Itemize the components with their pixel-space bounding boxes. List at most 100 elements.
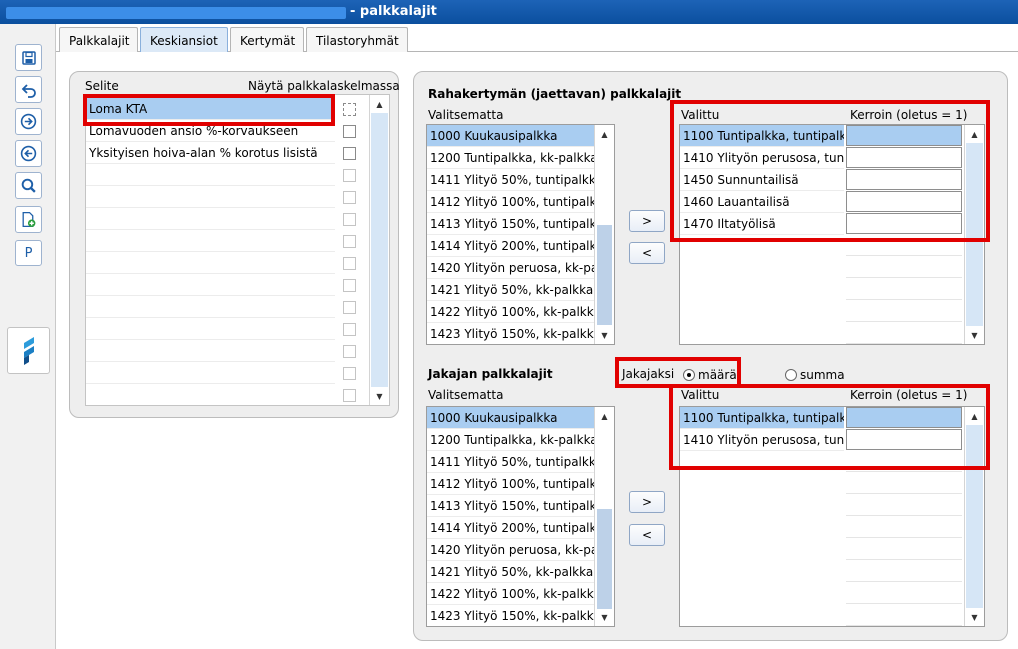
scroll-track[interactable] [596,425,613,609]
previous-record-button[interactable] [15,140,42,167]
list-item-label: 1100 Tuntipalkka, tuntipalkkaisille [683,411,844,425]
list-item-label: 1413 Ylityö 150%, tuntipalkkaisille [430,499,594,513]
scroll-up-icon[interactable]: ▲ [965,407,984,425]
bottom-selected-scrollbar[interactable]: ▲ ▼ [964,407,984,626]
scroll-up-icon[interactable]: ▲ [595,125,614,143]
list-item[interactable]: 1413 Ylityö 150%, tuntipalkkaisille [427,495,594,517]
bottom-add-button[interactable]: > [629,491,665,513]
kerroin-input[interactable] [846,429,962,450]
radio-summa[interactable] [785,369,797,381]
list-item[interactable]: 1423 Ylityö 150%, kk-palkkaisille [427,605,594,626]
brand-logo[interactable] [7,327,50,374]
top-remove-button[interactable]: < [629,242,665,264]
list-item[interactable]: 1000 Kuukausipalkka [427,407,594,429]
radio-maara[interactable] [683,369,695,381]
title-bar: - palkkalajit [0,0,1018,24]
scroll-thumb[interactable] [597,509,612,609]
top-available-list: 1000 Kuukausipalkka 1200 Tuntipalkka, kk… [426,124,615,345]
scroll-up-icon[interactable]: ▲ [595,407,614,425]
nayta-checkbox[interactable] [343,103,356,116]
nayta-checkbox [343,191,356,204]
top-selected-list: 1100 Tuntipalkka, tuntipalkkaisille 1410… [679,124,985,345]
p-button[interactable]: P [15,240,42,266]
list-item[interactable]: 1422 Ylityö 100%, kk-palkkaisille [427,301,594,323]
tab-kertymat[interactable]: Kertymät [230,27,304,52]
kerroin-input[interactable] [846,125,962,146]
kerroin-input[interactable] [846,147,962,168]
top-available-scrollbar[interactable]: ▲ ▼ [594,125,614,344]
top-selected-scrollbar[interactable]: ▲ ▼ [964,125,984,344]
list-item[interactable]: 1413 Ylityö 150%, tuntipalkkaisille [427,213,594,235]
list-item[interactable]: 1421 Ylityö 50%, kk-palkkaisille [427,279,594,301]
list-item-label: 1000 Kuukausipalkka [430,129,558,143]
list-item[interactable]: 1421 Ylityö 50%, kk-palkkaisille [427,561,594,583]
bottom-remove-button[interactable]: < [629,524,665,546]
list-item[interactable]: 1460 Lauantailisä [680,191,844,213]
list-item [86,296,335,318]
list-item[interactable]: 1450 Sunnuntailisä [680,169,844,191]
scroll-down-icon[interactable]: ▼ [370,387,389,405]
list-item[interactable]: 1412 Ylityö 100%, tuntipalkkaisille [427,191,594,213]
list-item[interactable]: 1420 Ylityön peruosa, kk-palkkaisille [427,539,594,561]
scroll-up-icon[interactable]: ▲ [965,125,984,143]
list-item[interactable]: 1470 Iltatyölisä [680,213,844,235]
list-item[interactable]: Lomavuoden ansio %-korvaukseen [86,120,335,142]
scroll-down-icon[interactable]: ▼ [965,326,984,344]
list-item[interactable]: Yksityisen hoiva-alan % korotus lisistä [86,142,335,164]
list-item[interactable]: Loma KTA [86,98,335,120]
save-button[interactable] [15,44,42,71]
search-icon [21,178,36,193]
scroll-track[interactable] [966,425,983,608]
top-add-button[interactable]: > [629,210,665,232]
undo-button[interactable] [15,76,42,103]
list-item[interactable]: 1411 Ylityö 50%, tuntipalkkaisille [427,451,594,473]
scroll-down-icon[interactable]: ▼ [595,326,614,344]
nayta-checkbox[interactable] [343,125,356,138]
list-item [86,186,335,208]
scroll-thumb[interactable] [597,225,612,325]
list-item[interactable]: 1410 Ylityön perusosa, tuntipalkkaisille [680,147,844,169]
tab-palkkalajit[interactable]: Palkkalajit [59,27,138,52]
list-item [86,340,335,362]
list-item[interactable]: 1411 Ylityö 50%, tuntipalkkaisille [427,169,594,191]
list-item[interactable]: 1423 Ylityö 150%, kk-palkkaisille [427,323,594,344]
list-item[interactable]: 1414 Ylityö 200%, tuntipalkkaisille [427,235,594,257]
radio-summa-label: summa [800,368,845,382]
list-item[interactable]: 1000 Kuukausipalkka [427,125,594,147]
kerroin-input[interactable] [846,213,962,234]
scroll-up-icon[interactable]: ▲ [370,95,389,113]
list-item-label: Loma KTA [89,102,148,116]
list-item-label: 1411 Ylityö 50%, tuntipalkkaisille [430,173,594,187]
kerroin-input[interactable] [846,191,962,212]
scroll-track[interactable] [596,143,613,326]
list-item-label: 1422 Ylityö 100%, kk-palkkaisille [430,587,594,601]
search-button[interactable] [15,172,42,199]
list-item[interactable]: 1410 Ylityön perusosa, tuntipalkkaisille [680,429,844,451]
new-document-button[interactable] [15,206,42,233]
next-record-button[interactable] [15,108,42,135]
nayta-checkbox[interactable] [343,147,356,160]
scroll-down-icon[interactable]: ▼ [965,608,984,626]
list-item-label: 1413 Ylityö 150%, tuntipalkkaisille [430,217,594,231]
bottom-available-scrollbar[interactable]: ▲ ▼ [594,407,614,626]
list-item[interactable]: 1412 Ylityö 100%, tuntipalkkaisille [427,473,594,495]
scroll-track[interactable] [371,113,388,387]
kerroin-input[interactable] [846,169,962,190]
list-item[interactable]: 1414 Ylityö 200%, tuntipalkkaisille [427,517,594,539]
selite-scrollbar[interactable]: ▲ ▼ [369,95,389,405]
list-item[interactable]: 1200 Tuntipalkka, kk-palkkaisille [427,147,594,169]
nayta-header: Näytä palkkalaskelmassa [248,79,400,93]
scroll-track[interactable] [966,143,983,326]
list-item[interactable]: 1422 Ylityö 100%, kk-palkkaisille [427,583,594,605]
list-item[interactable]: 1100 Tuntipalkka, tuntipalkkaisille [680,125,844,147]
scroll-down-icon[interactable]: ▼ [595,608,614,626]
tab-tilastoryhmat[interactable]: Tilastoryhmät [306,27,408,52]
tab-bar: Palkkalajit Keskiansiot Kertymät Tilasto… [56,24,1018,52]
kerroin-input[interactable] [846,407,962,428]
kerroin-empty [846,517,962,538]
list-item[interactable]: 1100 Tuntipalkka, tuntipalkkaisille [680,407,844,429]
tab-keskiansiot[interactable]: Keskiansiot [140,27,228,52]
list-item[interactable]: 1200 Tuntipalkka, kk-palkkaisille [427,429,594,451]
list-item[interactable]: 1420 Ylityön peruosa, kk-palkkaisille [427,257,594,279]
kerroin-empty [846,257,962,278]
